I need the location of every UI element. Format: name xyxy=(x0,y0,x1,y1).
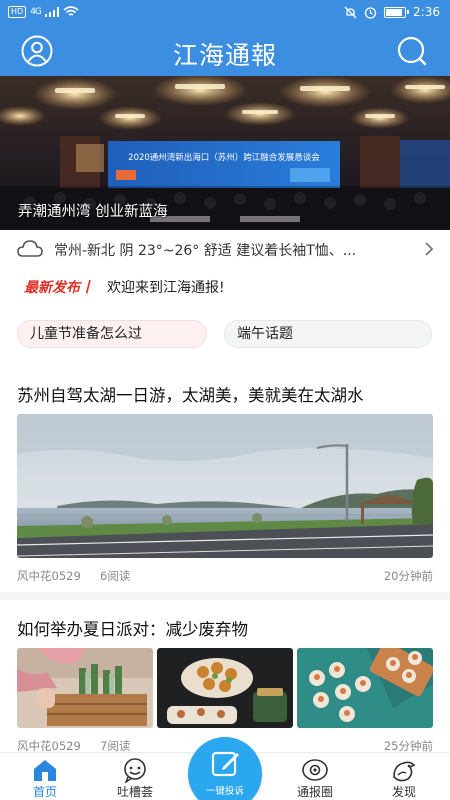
topic-chip-children-day[interactable]: 儿童节准备怎么过 xyxy=(17,320,207,348)
article-title[interactable]: 苏州自驾太湖一日游，太湖美，美就美在太湖水 xyxy=(17,382,364,406)
article-timestamp: 20分钟前 xyxy=(383,569,433,583)
chat-face-icon xyxy=(124,758,146,783)
stage-screen-text: 2020通州湾新出海口（苏州）跨江融合发展恳谈会 xyxy=(128,152,320,163)
article-thumbnail[interactable] xyxy=(157,648,293,728)
home-icon xyxy=(34,760,56,781)
nav-home[interactable]: 首页 xyxy=(10,753,80,800)
signal-text: 4G xyxy=(30,7,42,17)
one-click-complaint-button[interactable]: 一键投诉 xyxy=(188,737,262,800)
snack-photo xyxy=(157,648,293,728)
status-time: 2:36 xyxy=(413,5,440,19)
camera-circle-icon xyxy=(302,759,328,781)
topic-chip-dragon-boat[interactable]: 端午话题 xyxy=(224,320,432,348)
battery-icon xyxy=(384,6,410,18)
mute-icon xyxy=(344,6,357,18)
article-read-count: 6阅读 xyxy=(100,569,131,583)
battery-level xyxy=(386,8,403,16)
discover-bird-icon xyxy=(393,761,416,782)
edit-icon xyxy=(211,751,239,777)
lake-photo xyxy=(17,414,433,558)
nav-tucao-label: 吐槽荟 xyxy=(116,785,153,799)
article-image[interactable] xyxy=(17,414,433,558)
article-thumbnail[interactable] xyxy=(17,648,153,728)
wifi-icon xyxy=(63,6,79,16)
crate-photo xyxy=(17,648,153,728)
nav-home-label: 首页 xyxy=(32,785,57,799)
article-author: 风中花0529 xyxy=(17,569,81,583)
nav-circle[interactable]: 通报圈 xyxy=(280,753,350,800)
cloud-icon xyxy=(17,240,43,257)
banner-caption: 弄潮通州湾 创业新蓝海 xyxy=(18,204,168,220)
announcement-badge: 最新发布丨 xyxy=(24,280,94,296)
nav-circle-label: 通报圈 xyxy=(296,785,333,799)
hd-badge: HD xyxy=(8,6,27,18)
status-bar: HD 4G 2:36 xyxy=(0,0,450,26)
nav-tucao[interactable]: 吐槽荟 xyxy=(100,753,170,800)
banner-carousel[interactable]: 2020通州湾新出海口（苏州）跨江融合发展恳谈会 弄潮通州湾 创业新蓝海 xyxy=(0,76,450,230)
app-title: 江海通報 xyxy=(172,41,277,70)
alarm-icon xyxy=(364,6,377,19)
weather-bar[interactable]: 常州-新北 阴 23°~26° 舒适 建议着长袖T恤、... xyxy=(0,230,450,268)
article-title[interactable]: 如何举办夏日派对：减少废弃物 xyxy=(17,616,248,640)
signal-icon xyxy=(44,7,59,17)
status-left: HD 4G xyxy=(8,6,79,18)
announcement-bar[interactable]: 最新发布丨 欢迎来到江海通报! xyxy=(0,270,450,304)
announcement-text: 欢迎来到江海通报! xyxy=(107,280,225,296)
canape-photo xyxy=(297,648,433,728)
weather-text: 常州-新北 阴 23°~26° 舒适 建议着长袖T恤、... xyxy=(54,243,357,259)
status-right: 2:36 xyxy=(344,5,440,19)
nav-discover[interactable]: 发现 xyxy=(369,753,439,800)
chevron-right-icon xyxy=(425,242,434,256)
article-thumbnail[interactable] xyxy=(297,648,433,728)
nav-discover-label: 发现 xyxy=(391,785,416,799)
app-header: 江海通報 xyxy=(0,26,450,76)
section-divider xyxy=(0,592,450,600)
complaint-label: 一键投诉 xyxy=(205,786,244,797)
search-button[interactable] xyxy=(396,35,428,67)
search-icon xyxy=(397,36,427,66)
